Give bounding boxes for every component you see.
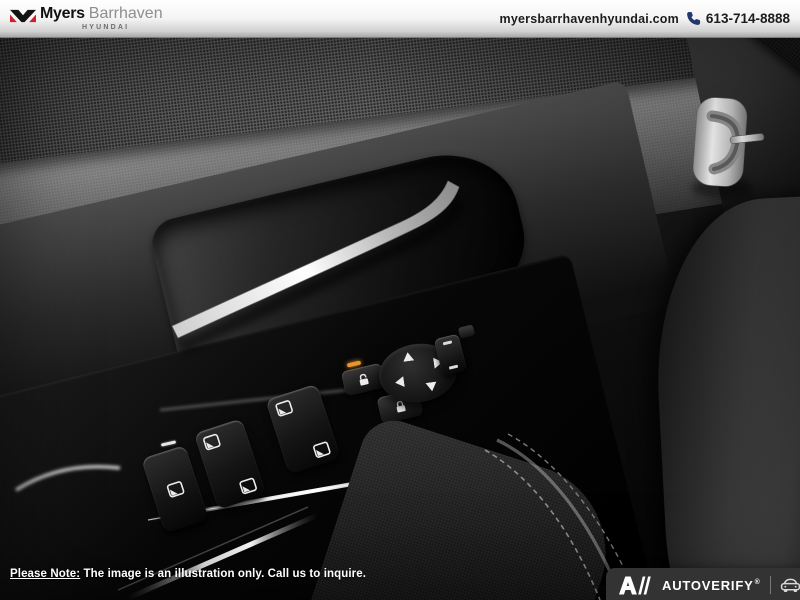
- dealer-name: Myers: [40, 6, 85, 22]
- phone-link[interactable]: 613-714-8888: [686, 11, 790, 26]
- autoverify-logo-icon: [619, 576, 653, 595]
- website-link[interactable]: myersbarrhavenhyundai.com: [500, 12, 679, 26]
- car-icon: [780, 578, 800, 593]
- autoverify-brand: AUTOVERIFY: [662, 578, 754, 593]
- mirror-left-arrow-icon: [394, 376, 404, 388]
- dealer-header-banner: Myers Barrhaven HYUNDAI myersbarrhavenhy…: [0, 0, 800, 38]
- phone-icon: [686, 11, 701, 26]
- dealer-contact: myersbarrhavenhyundai.com 613-714-8888: [500, 11, 790, 26]
- seat-bolster: [649, 192, 800, 600]
- dealer-brand: HYUNDAI: [40, 24, 163, 31]
- note-label: Please Note:: [10, 568, 80, 580]
- dealer-location: Barrhaven: [89, 6, 163, 22]
- badge-divider: [770, 576, 771, 594]
- mirror-down-arrow-icon: [425, 382, 437, 392]
- registered-mark: ®: [755, 579, 761, 586]
- disclaimer-note: Please Note: The image is an illustratio…: [10, 568, 366, 580]
- phone-number: 613-714-8888: [706, 11, 790, 26]
- unlock-icon: [356, 371, 372, 388]
- note-text: The image is an illustration only. Call …: [80, 568, 366, 580]
- myers-logo-icon: [10, 8, 36, 24]
- dealer-listing-image: Myers Barrhaven HYUNDAI myersbarrhavenhy…: [0, 0, 800, 600]
- autoverify-badge[interactable]: AUTOVERIFY®: [606, 568, 800, 600]
- vehicle-photo[interactable]: Please Note: The image is an illustratio…: [0, 38, 800, 600]
- mirror-up-arrow-icon: [402, 351, 414, 361]
- dealer-logo: Myers Barrhaven HYUNDAI: [10, 6, 163, 31]
